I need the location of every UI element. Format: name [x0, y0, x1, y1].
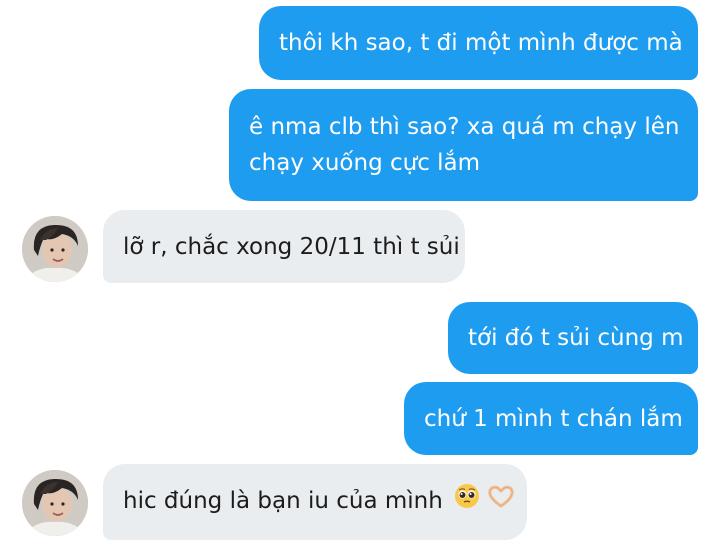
- message-bubble-sent[interactable]: ê nma clb thì sao? xa quá m chạy lên chạ…: [229, 89, 698, 201]
- message-text: thôi kh sao, t đi một mình được mà: [279, 30, 683, 56]
- message-text-line: chạy xuống cực lắm: [249, 150, 481, 176]
- message-text-line: ê nma clb thì sao? xa quá m chạy lên: [249, 114, 680, 140]
- message-text: lỡ r, chắc xong 20/11 thì t sủi: [123, 234, 460, 260]
- message-text: hic đúng là bạn iu của mình: [123, 488, 443, 514]
- message-text: chứ 1 mình t chán lắm: [424, 406, 683, 432]
- message-text: tới đó t sủi cùng m: [468, 325, 684, 351]
- pleading-face-icon: [454, 483, 480, 520]
- message-bubble-received[interactable]: lỡ r, chắc xong 20/11 thì t sủi: [103, 210, 465, 283]
- message-bubble-sent[interactable]: tới đó t sủi cùng m: [448, 302, 698, 374]
- message-bubble-sent[interactable]: thôi kh sao, t đi một mình được mà: [259, 6, 698, 80]
- avatar-photo-icon: [22, 216, 88, 282]
- heart-hands-icon: [487, 483, 515, 520]
- message-bubble-sent[interactable]: chứ 1 mình t chán lắm: [404, 382, 698, 455]
- avatar-photo-icon: [22, 470, 88, 536]
- contact-avatar[interactable]: [22, 216, 88, 282]
- message-bubble-received[interactable]: hic đúng là bạn iu của mình: [103, 464, 527, 540]
- contact-avatar[interactable]: [22, 470, 88, 536]
